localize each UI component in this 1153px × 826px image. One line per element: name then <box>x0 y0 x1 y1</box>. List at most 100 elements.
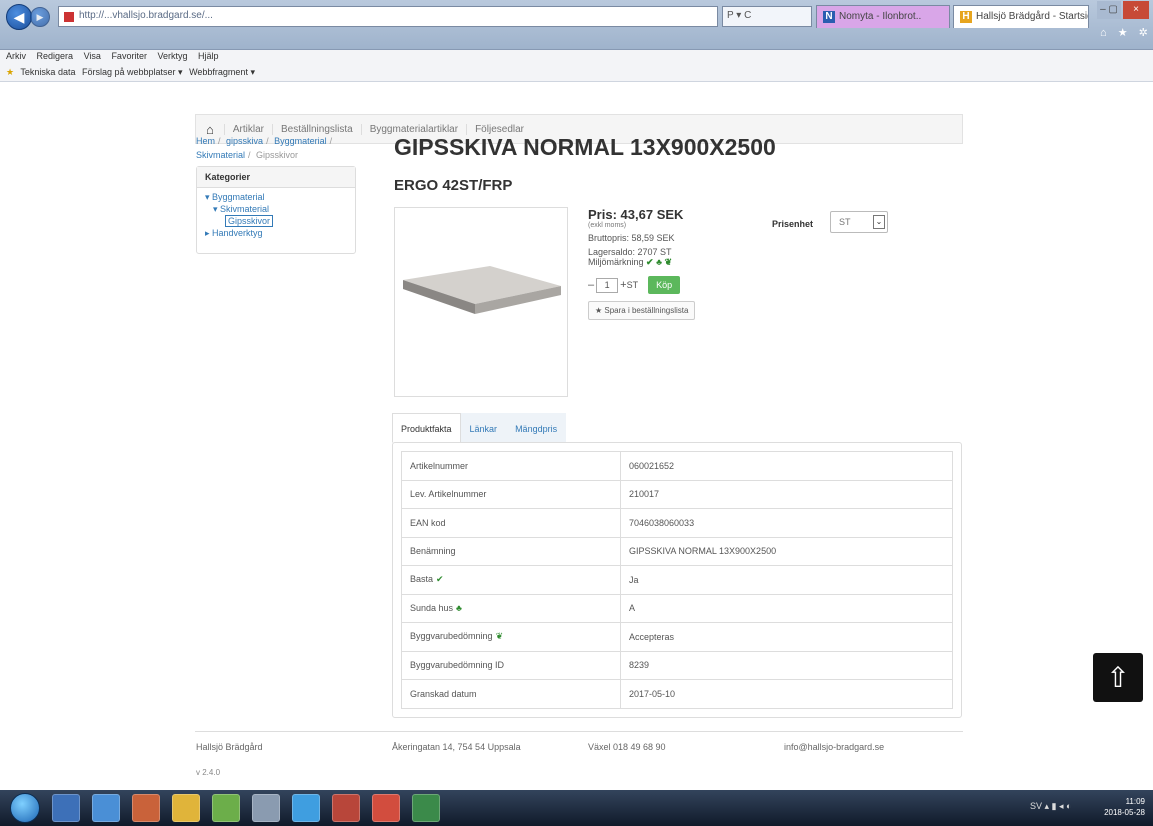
spec-value: Accepteras <box>620 622 953 652</box>
footer-phone: Växel 018 49 68 90 <box>588 742 666 752</box>
taskbar: SV ▴ ▮ ◂ ◐ 11:09 2018-05-28 <box>0 790 1153 826</box>
menu-item[interactable]: Verktyg <box>157 51 187 61</box>
favorite-link[interactable]: Tekniska data <box>20 67 75 77</box>
price-value: 43,67 <box>620 207 654 222</box>
spec-row: Basta ✔ Ja <box>401 565 953 595</box>
back-button[interactable]: ◀ <box>6 4 32 30</box>
spec-value: 2017-05-10 <box>620 679 953 709</box>
breadcrumb-link[interactable]: Hem <box>196 136 215 146</box>
taskbar-app-icon[interactable] <box>332 794 360 822</box>
spec-key: Byggvarubedömning ❦ <box>401 622 621 652</box>
spec-key-text: EAN kod <box>410 517 446 528</box>
eco-label: Miljömärkning <box>588 257 644 267</box>
toolbar-icons[interactable]: ⌂ ★ ✲ <box>1100 26 1152 39</box>
spec-row: Byggvarubedömning ❦ Accepteras <box>401 622 953 652</box>
category-item-selected[interactable]: Gipsskivor <box>225 215 274 227</box>
gypsum-board-image <box>403 266 561 314</box>
taskbar-app-icon[interactable] <box>212 794 240 822</box>
spec-row: Byggvarubedömning ID 8239 <box>401 650 953 680</box>
menu-item[interactable]: Hjälp <box>198 51 219 61</box>
chevron-down-icon: ⌄ <box>873 215 885 229</box>
spec-value: Ja <box>620 565 953 595</box>
favorite-link[interactable]: Förslag på webbplatser ▾ <box>82 67 183 77</box>
price-block: Pris: 43,67 SEK (exkl moms) Bruttopris: … <box>588 207 768 320</box>
spec-value: A <box>620 593 953 623</box>
category-item[interactable]: ▾ Skivmaterial <box>205 203 347 215</box>
spec-key: Sunda hus ♣ <box>401 593 621 623</box>
spec-key: Benämning <box>401 536 621 566</box>
price-unit-select[interactable]: ST ⌄ <box>830 211 888 233</box>
taskbar-app-icon[interactable] <box>412 794 440 822</box>
address-controls[interactable]: P ▾ C <box>722 6 812 27</box>
save-to-order-list-button[interactable]: ★ Spara i beställningslista <box>588 301 696 320</box>
eco-mark-icon: ❦ <box>495 631 504 642</box>
spec-value: 210017 <box>620 479 953 509</box>
close-window-button[interactable]: × <box>1123 1 1149 19</box>
browser-tab-2[interactable]: H Hallsjö Brädgård - Startsid... <box>953 5 1089 28</box>
breadcrumb-link[interactable]: Skivmaterial <box>196 150 245 160</box>
system-tray-icons[interactable]: SV ▴ ▮ ◂ ◐ <box>1030 801 1071 812</box>
taskbar-app-icon[interactable] <box>372 794 400 822</box>
taskbar-app-icon[interactable] <box>252 794 280 822</box>
tab-links[interactable]: Länkar <box>460 413 507 443</box>
spec-key: EAN kod <box>401 508 621 538</box>
breadcrumb: Hem / gipsskiva / Byggmaterial / Skivmateri… <box>196 136 333 160</box>
price: Pris: 43,67 SEK <box>588 207 768 222</box>
qty-minus-button[interactable]: – <box>588 279 594 291</box>
spec-table: Artikelnummer 060021652 Lev. Artikelnummer… <box>401 451 953 709</box>
tab-volume-price[interactable]: Mängdpris <box>506 413 567 443</box>
spec-key: Basta ✔ <box>401 565 621 595</box>
price-note: (exkl moms) <box>588 222 627 229</box>
scroll-to-top-button[interactable]: ⇧ <box>1093 653 1143 702</box>
arrow-left-icon: ◀ <box>13 8 25 25</box>
spec-key-text: Byggvarubedömning <box>410 631 493 642</box>
menu-item[interactable]: Redigera <box>37 51 74 61</box>
quantity-input[interactable]: 1 <box>596 277 619 293</box>
minimize-maximize-button[interactable]: – ▢ <box>1097 1 1121 19</box>
tab-label: Hallsjö Brädgård - Startsid... <box>976 11 1089 22</box>
product-subtitle: ERGO 42ST/FRP <box>394 177 513 194</box>
spec-row: Lev. Artikelnummer 210017 <box>401 479 953 509</box>
nav-link-delivery-notes[interactable]: Följesedlar <box>466 123 524 135</box>
breadcrumb-link[interactable]: gipsskiva <box>226 136 263 146</box>
category-list: ▾ Byggmaterial ▾ Skivmaterial Gipsskivor… <box>197 188 355 242</box>
product-title: GIPSSKIVA NORMAL 13X900X2500 <box>394 134 776 160</box>
browser-tab-1[interactable]: N Nomyta - Ilonbrot.. <box>816 5 950 28</box>
system-clock[interactable]: 11:09 2018-05-28 <box>1075 796 1145 818</box>
product-image <box>394 207 568 397</box>
favicon-icon <box>64 12 74 22</box>
forward-button[interactable]: ▶ <box>30 7 50 27</box>
price-label: Pris: <box>588 207 617 222</box>
spec-key-text: Basta <box>410 574 434 585</box>
price-unit-label: Prisenhet <box>772 219 814 229</box>
taskbar-app-icon[interactable] <box>92 794 120 822</box>
quantity-row: – 1 + ST Köp <box>588 276 768 294</box>
footer-email-link[interactable]: info@hallsjo-bradgard.se <box>784 742 884 752</box>
tab-product-facts[interactable]: Produktfakta <box>392 413 461 443</box>
tab-favicon-icon: H <box>960 11 972 23</box>
start-button[interactable] <box>10 793 40 823</box>
category-item[interactable]: ▾ Byggmaterial <box>205 191 347 203</box>
footer-version: v 2.4.0 <box>196 768 221 777</box>
menu-item[interactable]: Visa <box>84 51 101 61</box>
breadcrumb-current: Gipsskivor <box>256 150 299 160</box>
breadcrumb-link[interactable]: Byggmaterial <box>274 136 327 146</box>
buy-button[interactable]: Köp <box>648 276 681 294</box>
spec-key-text: Byggvarubedömning ID <box>410 660 505 671</box>
price-unit-value: ST <box>839 217 851 227</box>
category-item[interactable]: ▸ Handverktyg <box>205 227 347 239</box>
ie-icon[interactable] <box>292 794 320 822</box>
nav-link-building-articles[interactable]: Byggmaterialartiklar <box>360 123 458 135</box>
menu-item[interactable]: Arkiv <box>6 51 26 61</box>
gross-price: Bruttopris: 58,59 SEK <box>588 233 675 243</box>
address-bar[interactable]: http://...vhallsjo.bradgard.se/... <box>58 6 718 27</box>
address-text: http://...vhallsjo.bradgard.se/... <box>79 10 213 21</box>
spec-key-text: Granskad datum <box>410 688 477 699</box>
taskbar-app-icon[interactable] <box>52 794 80 822</box>
favorites-star-icon: ★ <box>6 67 15 77</box>
eco-mark-icon: ♣ <box>456 603 462 614</box>
taskbar-app-icon[interactable] <box>172 794 200 822</box>
menu-item[interactable]: Favoriter <box>111 51 147 61</box>
favorite-link[interactable]: Webbfragment ▾ <box>189 67 255 77</box>
taskbar-app-icon[interactable] <box>132 794 160 822</box>
